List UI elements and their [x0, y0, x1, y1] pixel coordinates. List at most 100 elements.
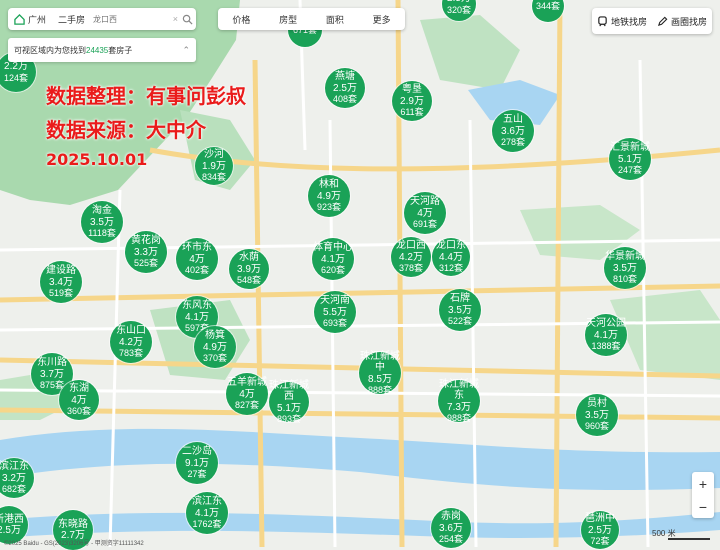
district-bubble[interactable]: 琶洲中 2.5万 72套 — [581, 511, 619, 549]
district-bubble[interactable]: 东山口 4.2万 783套 — [110, 321, 152, 363]
info-suffix: 套房子 — [108, 45, 133, 55]
district-bubble[interactable]: 东湖 4万 360套 — [59, 380, 99, 420]
bubble-name: 天河公园 — [586, 318, 626, 330]
bubble-price: 3.4万 — [49, 276, 73, 288]
district-bubble[interactable]: 杨箕 4.9万 370套 — [194, 326, 236, 368]
home-icon — [14, 13, 25, 25]
district-bubble[interactable]: 天河公园 4.1万 1388套 — [585, 314, 627, 356]
district-bubble[interactable]: 二沙岛 9.1万 27套 — [176, 442, 218, 484]
bubble-name: 汇景新城 — [610, 142, 650, 154]
bubble-name: 东湖 — [69, 383, 89, 395]
result-count: 24435 — [86, 45, 109, 55]
bubble-count: 875套 — [39, 380, 65, 391]
bubble-price: 3.6万 — [501, 125, 525, 137]
bubble-price: 7.3万 — [447, 401, 471, 413]
district-bubble[interactable]: 天河路 4万 691套 — [404, 192, 446, 234]
filter-area[interactable]: 面积 — [326, 13, 344, 26]
bubble-name: 五山 — [503, 114, 523, 126]
bubble-price: 3.5万 — [90, 216, 114, 228]
district-bubble[interactable]: 石牌 3.5万 522套 — [439, 289, 481, 331]
bubble-count: 1762套 — [192, 519, 222, 530]
bubble-count: 682套 — [1, 484, 27, 495]
district-bubble[interactable]: 沙河 1.9万 834套 — [195, 147, 233, 185]
district-bubble[interactable]: 水荫 3.9万 548套 — [229, 249, 269, 289]
bubble-name: 新港西 — [0, 513, 24, 525]
district-bubble[interactable]: 员村 3.5万 960套 — [576, 394, 618, 436]
bubble-name: 天河南 — [320, 295, 350, 307]
district-bubble[interactable]: 粤垦 2.9万 611套 — [392, 81, 432, 121]
bubble-count: 827套 — [234, 400, 260, 411]
bubble-name: 珠江新城西 — [269, 379, 309, 403]
district-bubble[interactable]: 天河南 5.5万 693套 — [314, 291, 356, 333]
district-bubble[interactable]: 环市东 4万 402套 — [176, 238, 218, 280]
district-bubble[interactable]: 珠江新城西 5.1万 893套 — [269, 379, 309, 424]
district-bubble[interactable]: 体育中心 4.1万 620套 — [312, 238, 354, 280]
mode-selector[interactable]: 二手房 — [52, 13, 91, 26]
bubble-name: 沙河 — [204, 149, 224, 161]
bubble-name: 五羊新城 — [227, 377, 267, 389]
watermark-line-2: 数据来源：大中介 — [46, 118, 206, 142]
city-selector[interactable]: 广州 — [8, 13, 52, 26]
zoom-out-button[interactable]: − — [699, 499, 707, 515]
bubble-price: 4.1万 — [321, 253, 345, 265]
bubble-count: 783套 — [118, 348, 144, 359]
bubble-price: 9.1万 — [185, 457, 209, 469]
bubble-price: 4.2万 — [399, 251, 423, 263]
bubble-price: 3.5万 — [448, 304, 472, 316]
subway-label: 地铁找房 — [610, 16, 647, 27]
search-icon[interactable] — [182, 14, 193, 25]
bubble-price: 5.5万 — [323, 306, 347, 318]
clear-icon[interactable]: × — [173, 14, 178, 24]
district-bubble[interactable]: 滨江东 4.1万 1762套 — [186, 492, 228, 534]
bubble-price: 4.9万 — [203, 341, 227, 353]
bubble-price: 4万 — [71, 394, 87, 406]
bubble-name: 珠江新城东 — [439, 378, 479, 402]
district-bubble[interactable]: 珠江新城东 7.3万 988套 — [438, 378, 480, 423]
district-bubble[interactable]: 黄花岗 3.3万 525套 — [125, 231, 167, 273]
bubble-name: 琶洲中 — [585, 513, 615, 525]
bubble-price: 3.5万 — [585, 409, 609, 421]
district-bubble[interactable]: 五羊新城 4万 827套 — [226, 373, 268, 415]
bubble-count: 378套 — [398, 263, 424, 274]
bubble-price: 4.2万 — [119, 336, 143, 348]
bubble-name: 滨江东 — [0, 461, 29, 473]
collapse-icon[interactable]: ⌃ — [182, 45, 190, 56]
bubble-count: 402套 — [184, 265, 210, 276]
watermark-line-1: 数据整理：有事问彭叔 — [46, 84, 246, 108]
bubble-name: 员村 — [587, 398, 607, 410]
bubble-count: 834套 — [201, 172, 227, 183]
district-bubble[interactable]: 建设路 3.4万 519套 — [40, 261, 82, 303]
bubble-price: 4.1万 — [594, 329, 618, 341]
bubble-price: 2.9万 — [400, 95, 424, 107]
filter-more[interactable]: 更多 — [373, 13, 391, 26]
bubble-count: 408套 — [332, 94, 358, 105]
district-bubble[interactable]: 赤岗 3.6万 254套 — [431, 508, 471, 548]
bubble-price: 4万 — [417, 207, 433, 219]
district-bubble[interactable]: 汇景新城 5.1万 247套 — [609, 138, 651, 180]
result-info-bar: 可视区域内为您找到 24435 套房子 ⌃ — [8, 38, 196, 62]
bubble-count: 360套 — [66, 406, 92, 417]
bubble-count: 888套 — [367, 385, 393, 396]
district-bubble[interactable]: 华景新城 3.5万 810套 — [604, 247, 646, 289]
district-bubble[interactable]: 龙口西 4.2万 378套 — [391, 237, 431, 277]
subway-search-button[interactable]: 地铁找房 — [597, 15, 647, 28]
bubble-name: 龙口东 — [436, 240, 466, 252]
district-bubble[interactable]: 林和 4.9万 923套 — [308, 175, 350, 217]
filter-price[interactable]: 价格 — [232, 13, 250, 26]
zoom-in-button[interactable]: + — [699, 476, 707, 492]
district-bubble[interactable]: 淘金 3.5万 1118套 — [81, 201, 123, 243]
info-prefix: 可视区域内为您找到 — [14, 45, 86, 55]
bubble-count: 254套 — [438, 534, 464, 545]
filter-bar: 价格 房型 面积 更多 — [218, 8, 405, 30]
bubble-name: 东晓路 — [58, 518, 88, 530]
draw-search-button[interactable]: 画圈找房 — [657, 15, 707, 28]
bubble-price: 1.9万 — [202, 160, 226, 172]
district-bubble[interactable]: 燕塘 2.5万 408套 — [325, 68, 365, 108]
bubble-name: 赤岗 — [441, 511, 461, 523]
filter-room-type[interactable]: 房型 — [279, 13, 297, 26]
search-input[interactable] — [91, 13, 173, 25]
district-bubble[interactable]: 龙口东 4.4万 312套 — [432, 238, 470, 276]
district-bubble[interactable]: 珠江新城中 8.5万 888套 — [359, 351, 401, 396]
bubble-name: 淘金 — [92, 205, 112, 217]
district-bubble[interactable]: 五山 3.6万 278套 — [492, 110, 534, 152]
